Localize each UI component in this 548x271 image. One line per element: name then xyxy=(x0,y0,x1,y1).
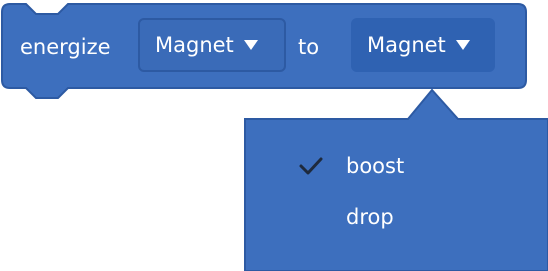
menu-item-drop[interactable]: drop xyxy=(245,197,548,237)
menu-item-label: drop xyxy=(346,205,394,229)
checkmark-icon xyxy=(299,157,323,175)
block-connector: to xyxy=(298,35,320,59)
menu-item-boost[interactable]: boost xyxy=(245,146,548,186)
second-target-value: Magnet xyxy=(367,33,446,57)
menu-item-label: boost xyxy=(346,154,405,178)
dropdown-menu: boost drop xyxy=(245,119,548,271)
triangle-down-icon xyxy=(455,40,470,50)
scratch-block-editor: energize Magnet to Magnet boost drop xyxy=(0,0,548,271)
first-target-value: Magnet xyxy=(155,33,234,57)
block-keyword: energize xyxy=(20,35,111,59)
first-target-dropdown[interactable]: Magnet xyxy=(138,18,286,72)
triangle-down-icon xyxy=(243,40,258,50)
second-target-dropdown[interactable]: Magnet xyxy=(351,18,495,72)
